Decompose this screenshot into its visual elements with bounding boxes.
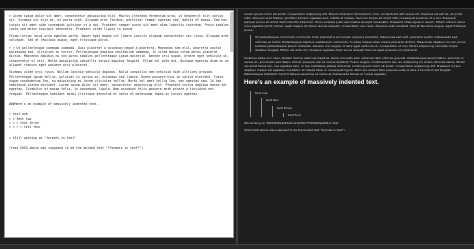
editor-line: > Lorem ipsum dolor sit amet, consectetu… [9, 14, 229, 31]
preview-blockquote-level1: text one text two text three text four [250, 91, 466, 117]
status-bar [0, 244, 474, 249]
preview-heading: Here's an example of massively indented … [244, 79, 379, 87]
preview-blockquote-level3: text three text four [272, 105, 466, 117]
markdown-preview: Lorem ipsum dolor sit amet, consectetur … [240, 10, 470, 242]
editor-scrollbar[interactable] [230, 12, 233, 52]
preview-blockquote-level2: text two text three text four [261, 98, 466, 117]
editor-line: (that GUID above was supposed to be the … [9, 145, 144, 150]
editor-line: > > Ut pellentesque commodo commodo. Dui… [9, 45, 231, 67]
preview-paragraph: Vivamus vitae orci risus. Nullam lacinia… [244, 55, 465, 77]
preview-paragraph: (that GUID above was supposed to be the … [244, 127, 345, 132]
editor-line: Etiam rutrum lacus urna egestas porta. D… [9, 34, 229, 43]
editor-line: > still working on "formats in text" [9, 135, 77, 140]
markdown-editor[interactable]: > Lorem ipsum dolor sit amet, consectetu… [4, 10, 234, 238]
preview-indent-text: text three [277, 105, 292, 110]
preview-blockquote: Ut pellentesque commodo commodo. Duis pl… [250, 35, 466, 52]
preview-paragraph: still working on 3b9ad6f0a4c84e2ce1f1d90… [244, 120, 339, 125]
preview-indent-text: text two [266, 98, 279, 103]
editor-line: ###Here's an example of massively indent… [9, 102, 99, 107]
preview-paragraph: Ut pellentesque commodo commodo. Duis pl… [255, 35, 466, 52]
preview-indent-text: text four [288, 112, 301, 117]
pane-divider[interactable] [236, 8, 238, 244]
editor-line: > text one > > text two > > > text three… [9, 112, 41, 130]
preview-indent-text: text one [255, 91, 268, 96]
preview-paragraph: Lorem ipsum dolor sit amet, consectetur … [244, 12, 466, 33]
preview-blockquote-level4: text four [283, 112, 466, 117]
editor-line: Vivamus vitae orci risus. Nullam lacinia… [9, 70, 229, 96]
